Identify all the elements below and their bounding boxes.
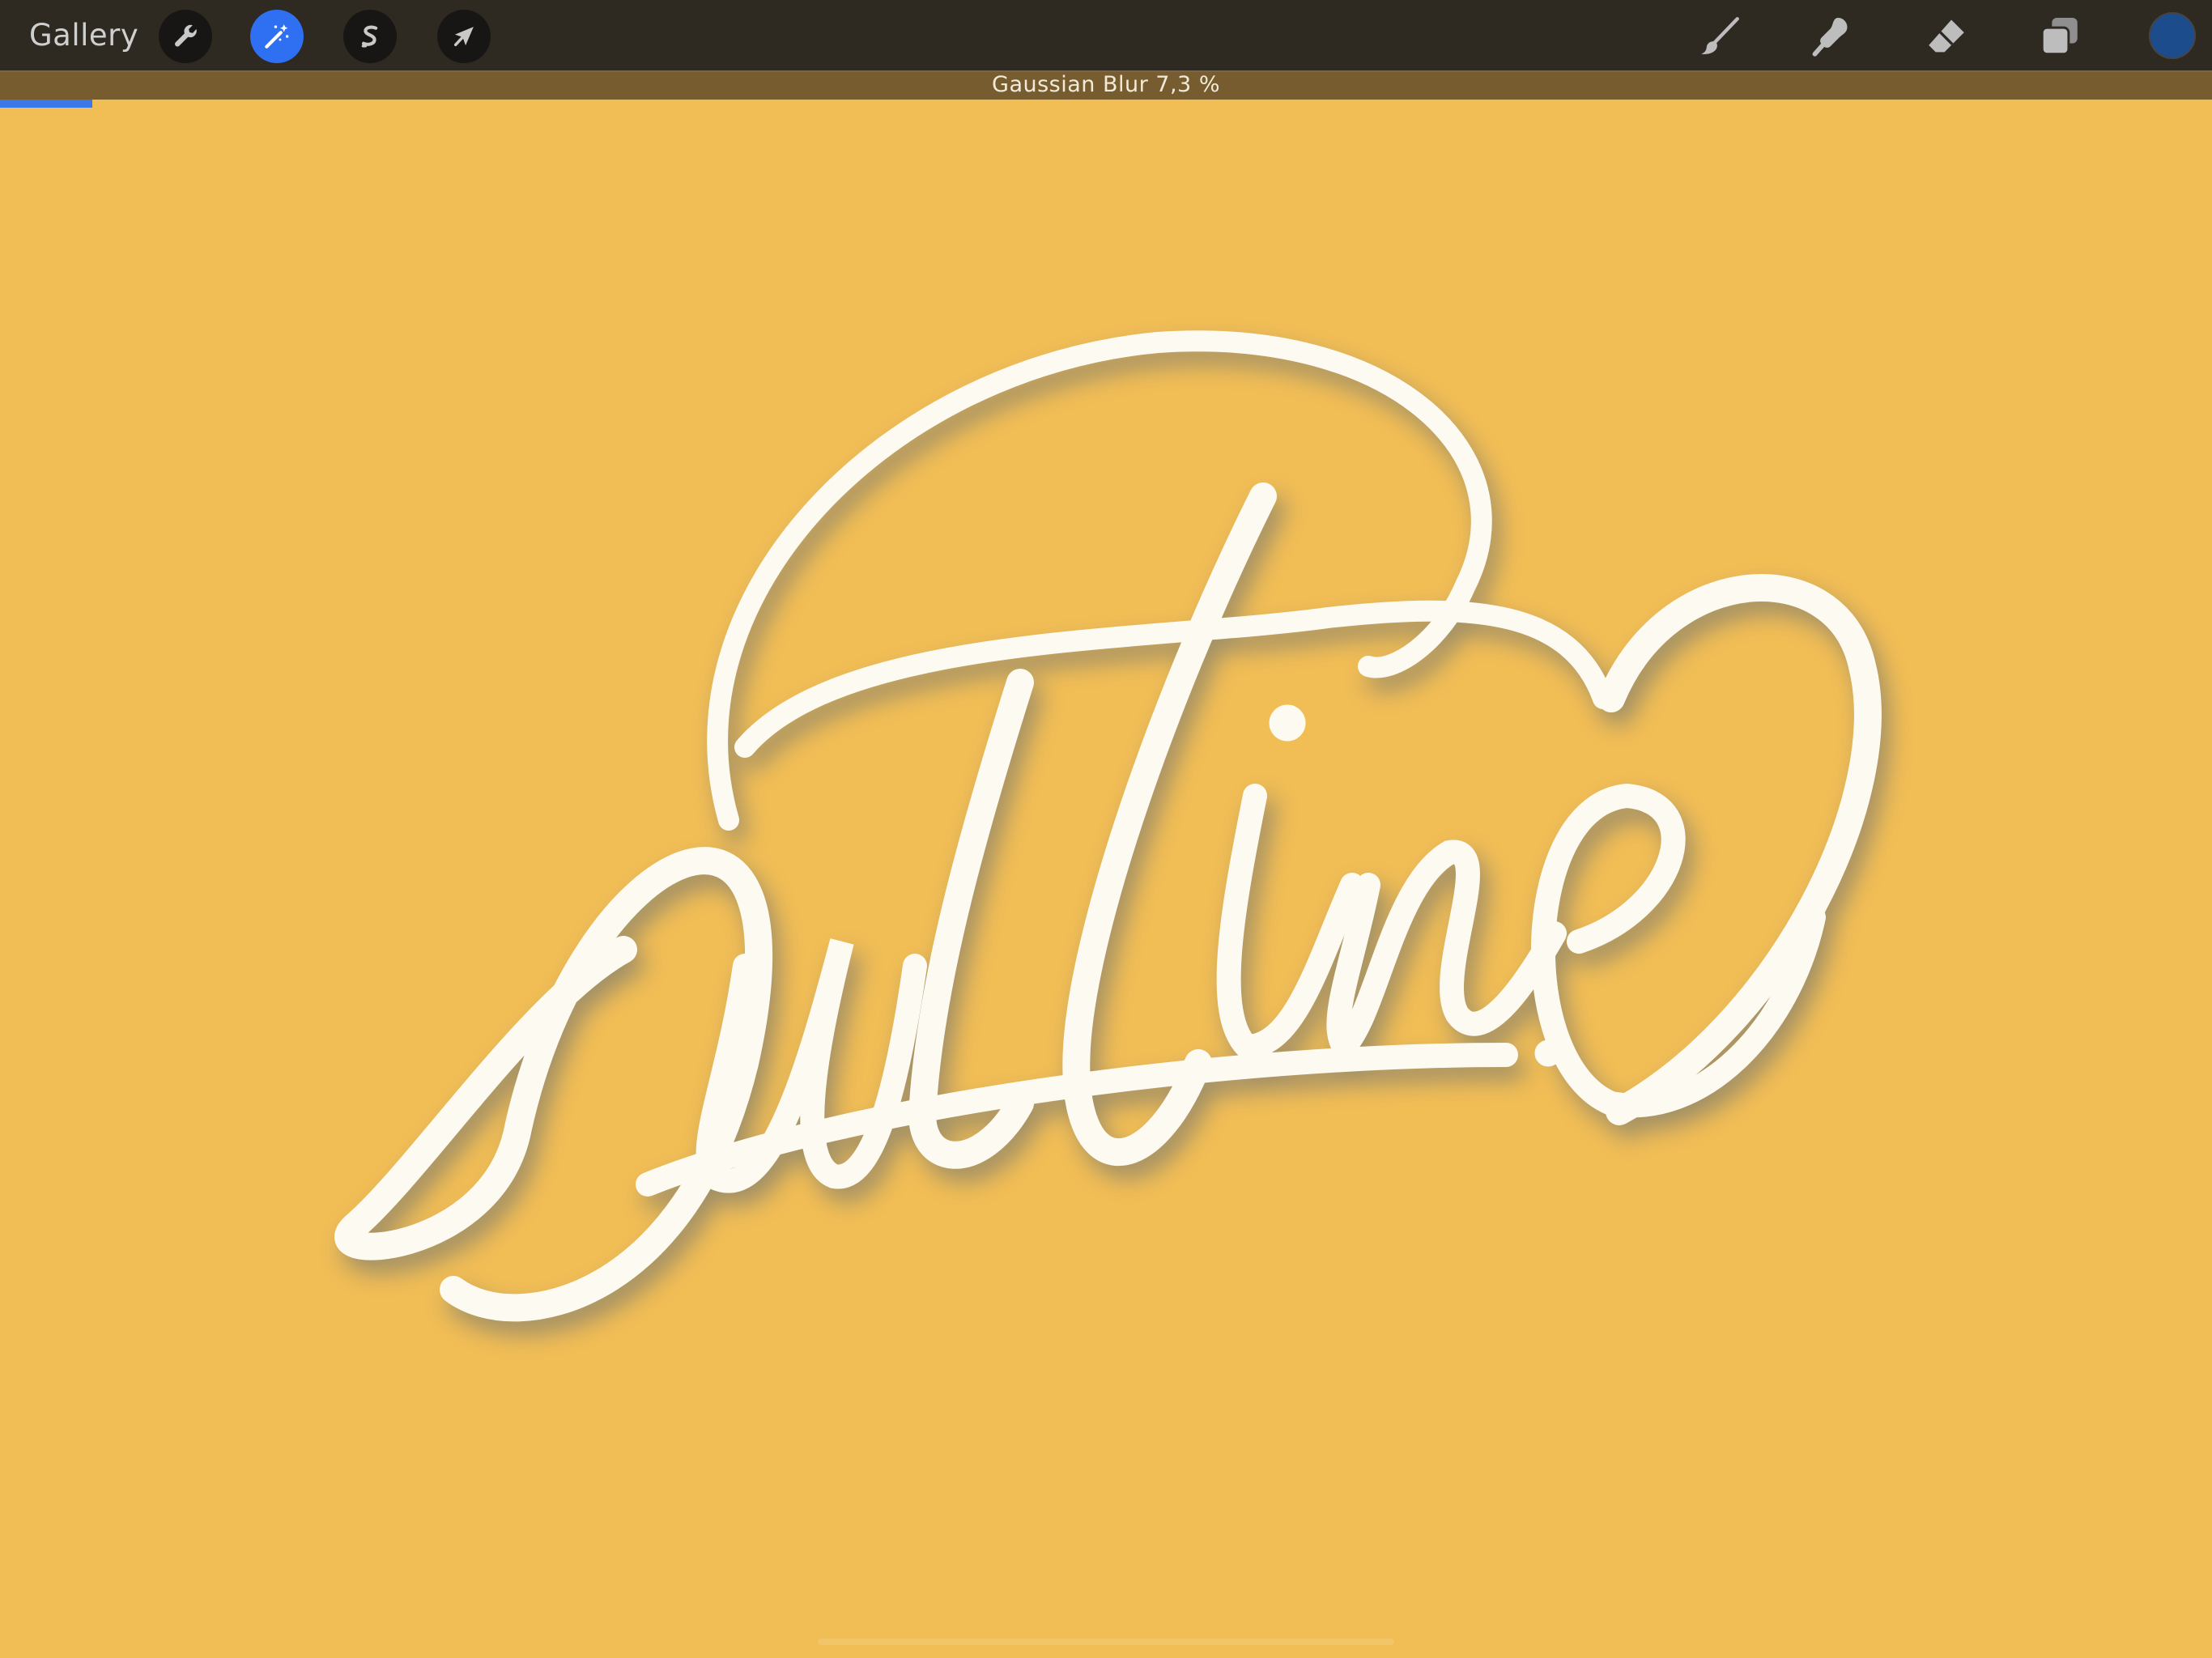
brush-icon: [1701, 17, 1739, 54]
eraser-button[interactable]: [1922, 13, 1971, 60]
drawing-canvas[interactable]: [0, 108, 2212, 1658]
arrow-cursor-icon: [453, 27, 474, 47]
magic-wand-icon: [265, 23, 289, 49]
adjustment-bar[interactable]: Gaussian Blur 7,3 %: [0, 70, 2212, 100]
smudge-icon: [1812, 18, 1848, 57]
brush-button[interactable]: [1695, 13, 1744, 60]
layers-button[interactable]: [2035, 13, 2084, 60]
adjustments-button[interactable]: [250, 10, 304, 63]
selection-s-icon: [361, 25, 378, 48]
adjustment-value-label: Gaussian Blur 7,3 %: [992, 72, 1220, 97]
transform-button[interactable]: [437, 10, 491, 63]
adjustment-slider[interactable]: [0, 100, 2212, 108]
smudge-button[interactable]: [1807, 13, 1856, 60]
wrench-icon: [175, 24, 197, 47]
gallery-button[interactable]: Gallery: [29, 16, 138, 55]
actions-button[interactable]: [159, 10, 212, 63]
adjustment-slider-fill: [0, 100, 92, 108]
lettering-strokes: [334, 330, 1882, 1322]
selection-button[interactable]: [343, 10, 397, 63]
top-toolbar: Gallery: [0, 0, 2212, 70]
layers-icon: [2040, 18, 2078, 56]
lettering-artwork: [334, 330, 1890, 1335]
eraser-icon: [1929, 19, 1964, 53]
color-picker-swatch[interactable]: [2149, 12, 2196, 59]
home-indicator: [818, 1639, 1394, 1645]
